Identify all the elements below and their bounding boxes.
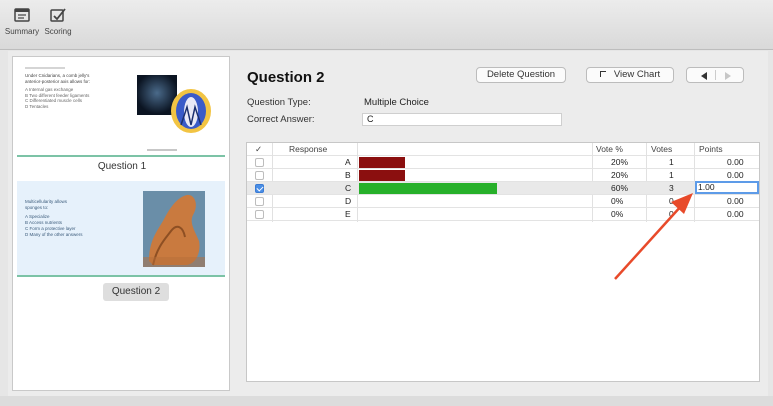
response-letter: E [345,209,351,219]
scoring-icon [50,8,66,22]
sponge-image [143,191,205,267]
slide-2-caption: Question 2 [103,283,169,301]
slide-2-option-d: D Many of the other answers [25,232,83,237]
next-arrow-icon[interactable] [725,72,731,80]
slide-1-option-d: D Tentacles [25,103,49,109]
points-value[interactable]: 0.00 [727,169,744,181]
vote-bar [359,157,405,168]
correct-checkbox[interactable] [255,171,264,180]
response-letter: B [345,170,351,180]
vote-percent: 60% [611,183,629,193]
chart-icon [599,71,606,78]
table-row[interactable]: A 20% 1 0.00 [247,156,759,169]
table-row[interactable]: E 0% 0 0.00 [247,208,759,221]
slide-1-accent [17,155,225,157]
toolbar: Summary Scoring [0,0,773,50]
slide-1-caption: Question 1 [97,161,147,172]
vote-bar [359,170,405,181]
points-value[interactable]: 0.00 [727,195,744,207]
slide-2-subheading: sponges to: [25,205,49,210]
correct-answer-field[interactable]: C [362,113,562,126]
vote-percent: 20% [611,170,629,180]
vote-bar [359,183,497,194]
vote-count: 1 [669,170,674,180]
scoring-button[interactable]: Scoring [36,6,80,46]
table-row[interactable]: C 60% 3 1.00 [247,181,759,195]
correct-checkbox[interactable] [255,210,264,219]
response-letter: D [345,196,352,206]
comb-jelly-image [171,89,211,133]
vote-count: 3 [669,183,674,193]
table-row[interactable]: D 0% 0 0.00 [247,195,759,208]
prev-arrow-icon[interactable] [701,72,707,80]
slide-list[interactable]: Under Cnidarians, a comb jelly's anterio… [12,56,230,391]
slide-1-subheading: anterior-posterior axis allows for: [25,78,91,84]
vote-percent: 0% [611,196,624,206]
view-chart-label: View Chart [613,69,661,80]
slide-2-accent [17,275,225,277]
correct-checkbox[interactable] [255,197,264,206]
correct-checkbox[interactable] [255,158,264,167]
vote-percent: 20% [611,157,629,167]
summary-icon [14,8,30,22]
delete-question-button[interactable]: Delete Question [476,67,566,83]
slide-thumbnail-2[interactable]: Multicellularity allows sponges to: A Sp… [17,181,225,277]
question-panel: Question 2 Delete Question View Chart Qu… [236,56,768,391]
vote-percent: 0% [611,209,624,219]
question-type-value: Multiple Choice [364,97,429,108]
status-strip [0,396,773,406]
vote-count: 1 [669,157,674,167]
responses-table: ✓ Response Vote % Votes Points A 20% 1 0.00… [246,142,760,382]
points-value[interactable]: 0.00 [727,208,744,220]
question-type-label: Question Type: [247,97,311,108]
view-chart-button[interactable]: View Chart [586,67,674,83]
question-title: Question 2 [247,69,325,86]
correct-answer-label: Correct Answer: [247,114,315,125]
correct-checkbox[interactable] [255,184,264,193]
response-letter: C [345,183,352,193]
response-letter: A [345,157,351,167]
slide-thumbnail-1[interactable]: Under Cnidarians, a comb jelly's anterio… [17,61,225,157]
vote-count: 0 [669,209,674,219]
vote-count: 0 [669,196,674,206]
points-input[interactable]: 1.00 [695,181,759,194]
points-value[interactable]: 0.00 [727,156,744,168]
scoring-label: Scoring [44,27,72,36]
table-row[interactable]: B 20% 1 0.00 [247,169,759,182]
question-nav [686,67,744,83]
